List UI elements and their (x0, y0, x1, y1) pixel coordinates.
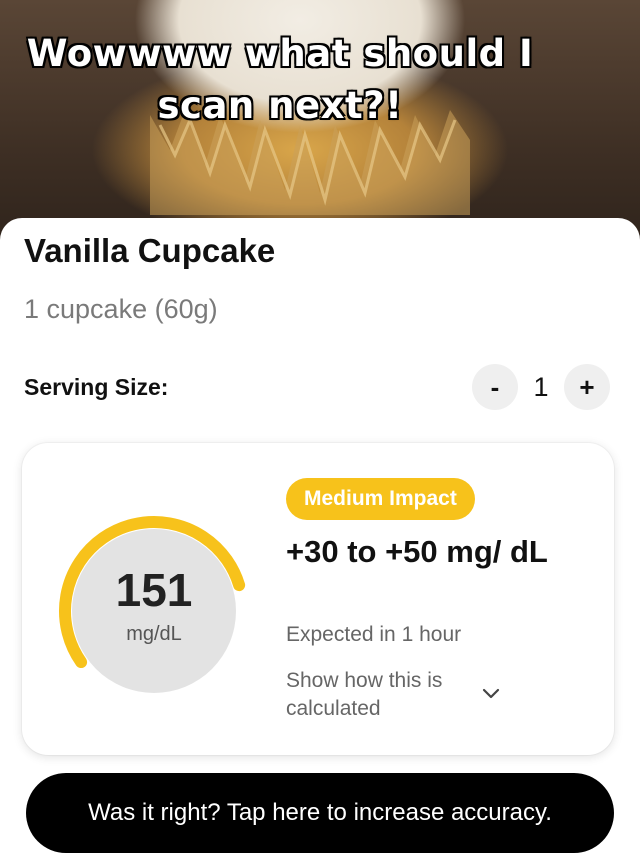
increase-accuracy-button[interactable]: Was it right? Tap here to increase accur… (26, 773, 614, 853)
chevron-down-icon[interactable] (480, 683, 502, 705)
serving-size-stepper: - 1 + (472, 364, 622, 412)
impact-range: +30 to +50 mg/ dL (286, 534, 548, 569)
food-title: Vanilla Cupcake (24, 232, 276, 269)
glucose-unit: mg/dL (126, 623, 182, 645)
show-calculation-link[interactable]: Show how this is calculated (286, 667, 486, 723)
serving-size-label: Serving Size: (24, 374, 169, 400)
overlay-caption: Wowwww what should I scan next?! (0, 28, 560, 132)
caption-line-2: scan next?! (157, 83, 403, 128)
impact-badge: Medium Impact (286, 478, 475, 520)
glucose-impact-card: 151 mg/dL Medium Impact +30 to +50 mg/ d… (22, 443, 614, 755)
caption-line-1: Wowwww what should I (26, 31, 534, 76)
serving-size-value: 1 (533, 371, 549, 402)
expected-time: Expected in 1 hour (286, 623, 462, 646)
food-portion: 1 cupcake (60g) (24, 294, 218, 324)
food-photo: Wowwww what should I scan next?! (0, 0, 640, 250)
food-detail-sheet: Vanilla Cupcake 1 cupcake (60g) Serving … (0, 218, 640, 856)
increase-serving-button[interactable]: + (564, 364, 610, 410)
decrease-serving-button[interactable]: - (472, 364, 518, 410)
glucose-value: 151 (115, 564, 193, 616)
